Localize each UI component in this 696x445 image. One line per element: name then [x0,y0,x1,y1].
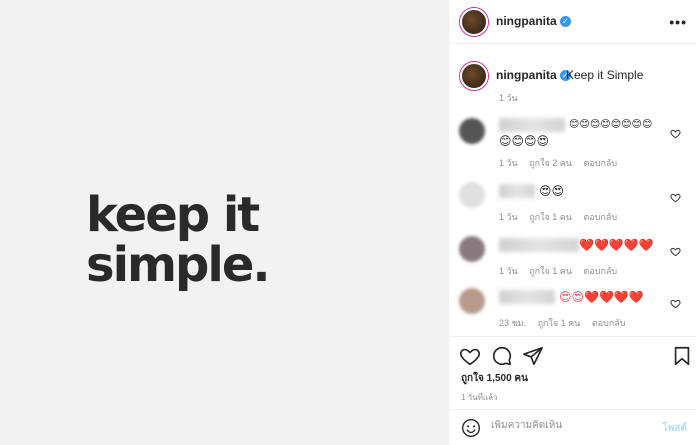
heart-icon[interactable] [459,345,481,367]
comment-reply-button[interactable]: ตอบกลับ [584,158,618,168]
commenter-avatar[interactable] [459,182,485,208]
comment-like-heart-icon[interactable] [670,246,681,257]
share-icon[interactable] [522,345,544,367]
comment-reply-button[interactable]: ตอบกลับ [592,318,626,328]
commenter-username-blurred[interactable] [499,118,565,132]
comment-text: 😍😍❤️❤️❤️❤️ [559,290,644,304]
author-username[interactable]: ningpanita ✓ [496,14,571,28]
comment-meta: 1 วัน ถูกใจ 1 คน ตอบกลับ [499,264,626,278]
commenter-username-blurred[interactable] [499,290,555,304]
comment-input[interactable] [491,420,651,431]
comment-meta: 23 ชม. ถูกใจ 1 คน ตอบกลับ [499,316,634,330]
comment-item: 😍😍❤️❤️❤️❤️ 23 ชม. ถูกใจ 1 คน ตอบกลับ [449,286,696,330]
verified-badge-icon: ✓ [559,16,571,28]
comment-time[interactable]: 1 วัน [499,212,518,222]
like-count[interactable]: ถูกใจ 1,500 คน [461,371,528,386]
commenter-username-blurred[interactable] [499,184,535,198]
comment-like-heart-icon[interactable] [670,298,681,309]
author-avatar[interactable] [460,8,488,36]
caption-time[interactable]: 1 วัน [499,91,518,105]
comment-like-heart-icon[interactable] [670,192,681,203]
comment-reply-button[interactable]: ตอบกลับ [584,212,618,222]
comment-like-heart-icon[interactable] [670,128,681,139]
caption-avatar[interactable] [460,62,488,90]
comment-likes[interactable]: ถูกใจ 1 คน [529,266,572,276]
comment-likes[interactable]: ถูกใจ 1 คน [529,212,572,222]
caption-text: Keep it Simple [566,68,644,82]
post-image[interactable]: keep it simple. [0,0,448,445]
caption-username-text[interactable]: ningpanita [496,68,557,82]
comment-item: 😍😍 1 วัน ถูกใจ 1 คน ตอบกลับ [449,180,696,224]
comment-text-line2: 😊😊😊😍 [499,134,550,148]
bookmark-icon[interactable] [671,345,693,367]
commenter-avatar[interactable] [459,118,485,144]
comment-time[interactable]: 23 ชม. [499,318,526,328]
comment-time[interactable]: 1 วัน [499,266,518,276]
post-image-text: keep it simple. [86,187,271,293]
comment-likes[interactable]: ถูกใจ 1 คน [538,318,581,328]
comment-text: ❤️❤️❤️❤️❤️ [579,238,654,252]
author-username-text[interactable]: ningpanita [496,14,557,28]
caption-username[interactable]: ningpanita ✓ [496,68,571,82]
comment-text: 😍😍 [539,184,565,198]
comment-reply-button[interactable]: ตอบกลับ [584,266,618,276]
post-caption: ningpanita ✓ Keep it Simple 1 วัน [449,54,696,104]
more-options-icon[interactable]: ••• [669,14,687,30]
post-image-text-line1: keep it [86,187,260,243]
comment-likes[interactable]: ถูกใจ 2 คน [529,158,572,168]
comment-meta: 1 วัน ถูกใจ 2 คน ตอบกลับ [499,156,626,170]
commenter-avatar[interactable] [459,288,485,314]
emoji-smile-icon[interactable] [461,418,481,438]
comment-meta: 1 วัน ถูกใจ 1 คน ตอบกลับ [499,210,626,224]
post-timestamp[interactable]: 1 วันที่แล้ว [461,391,497,404]
commenter-username-blurred[interactable] [499,238,579,252]
commenter-avatar[interactable] [459,236,485,262]
post-header: ningpanita ✓ ••• [449,0,696,44]
comment-item: ❤️❤️❤️❤️❤️ 1 วัน ถูกใจ 1 คน ตอบกลับ [449,234,696,278]
comment-item: 😊😊😊😊😊😊😊😊 😊😊😊😍 1 วัน ถูกใจ 2 คน ตอบกลับ [449,112,696,170]
post-side-panel: ningpanita ✓ ••• ningpanita ✓ Keep it Simp… [448,0,696,445]
post-comment-button[interactable]: โพสต์ [662,421,687,436]
comment-time[interactable]: 1 วัน [499,158,518,168]
post-image-text-line2: simple. [86,237,271,293]
comment-text: 😊😊😊😊😊😊😊😊 [569,119,653,130]
add-comment-bar: โพสต์ [449,409,696,445]
comment-icon[interactable] [491,345,513,367]
